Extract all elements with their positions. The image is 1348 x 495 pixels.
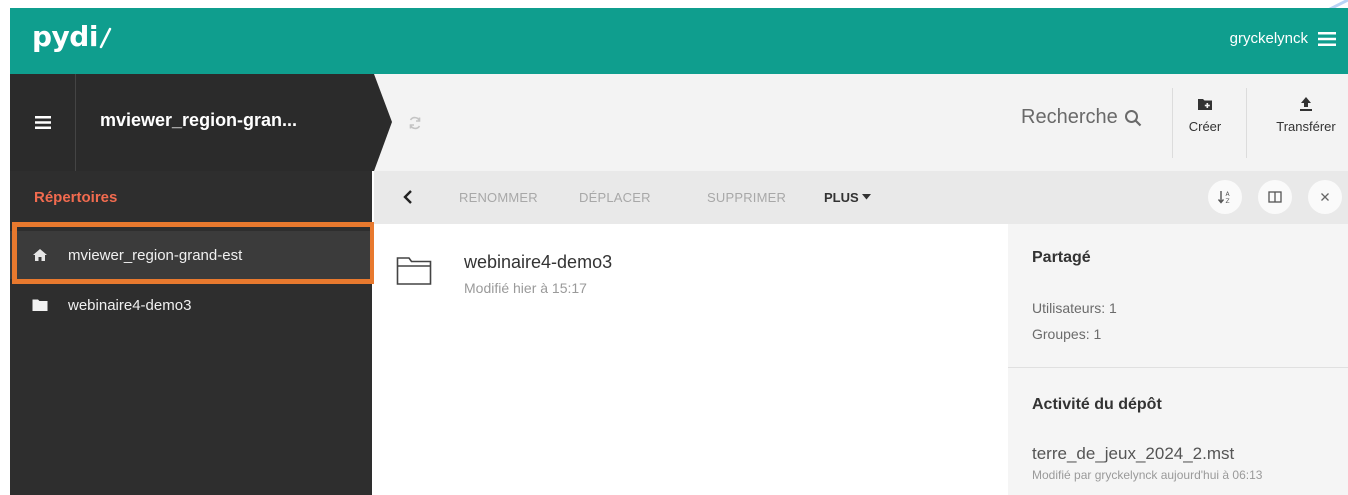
create-button[interactable]: Créer [1170, 96, 1240, 136]
more-button[interactable]: PLUS [824, 190, 872, 205]
toolbar-divider [1246, 88, 1247, 158]
search-placeholder: Recherche [1021, 106, 1118, 128]
action-toolbar: Recherche Créer Transférer [374, 74, 1348, 171]
search-icon[interactable] [1124, 109, 1142, 127]
close-selection-button[interactable] [1308, 180, 1342, 214]
activity-section-title: Activité du dépôt [1032, 396, 1162, 413]
list-item[interactable]: webinaire4-demo3 Modifié hier à 15:17 [374, 224, 1008, 304]
sort-az-icon: A Z [1217, 191, 1231, 205]
top-bar: pydi gryckelynck [10, 8, 1348, 74]
delete-button[interactable]: SUPPRIMER [707, 190, 786, 205]
workspace-header: mviewer_region-gran... [10, 74, 374, 171]
file-modified: Modifié hier à 15:17 [464, 280, 587, 296]
upload-label: Transférer [1276, 119, 1336, 134]
folder-icon [32, 299, 48, 311]
logo-text: pydi [32, 20, 98, 53]
shared-section-title: Partagé [1032, 249, 1091, 266]
chevron-left-icon[interactable] [402, 189, 414, 205]
shared-groups-count: Groupes: 1 [1032, 326, 1102, 342]
breadcrumb-arrow [374, 74, 392, 171]
hamburger-icon [34, 116, 51, 129]
workspace-menu-button[interactable] [10, 74, 76, 171]
file-list: webinaire4-demo3 Modifié hier à 15:17 [374, 224, 1008, 495]
new-folder-icon [1198, 99, 1212, 110]
activity-file-meta: Modifié par gryckelynck aujourd'hui à 06… [1032, 468, 1263, 482]
svg-text:A: A [1226, 191, 1231, 198]
create-label: Créer [1188, 119, 1222, 134]
logo-pen-icon [99, 27, 112, 49]
file-name: webinaire4-demo3 [464, 252, 613, 272]
move-button[interactable]: DÉPLACER [579, 190, 651, 205]
sidebar-item-folder[interactable]: webinaire4-demo3 [10, 281, 372, 329]
selection-toolbar: RENOMMER DÉPLACER SUPPRIMER PLUS A Z [374, 171, 1348, 224]
split-view-icon [1268, 191, 1282, 203]
hamburger-menu-icon[interactable] [1318, 31, 1336, 46]
refresh-icon[interactable] [408, 116, 422, 130]
folder-outline-icon [396, 257, 432, 285]
sidebar-item-root[interactable]: mviewer_region-grand-est [10, 231, 372, 279]
more-label: PLUS [824, 190, 859, 205]
app-logo[interactable]: pydi [32, 20, 113, 53]
info-panel: Partagé Utilisateurs: 1 Groupes: 1 Activ… [1008, 224, 1348, 495]
svg-text:Z: Z [1226, 198, 1230, 205]
upload-icon [1300, 97, 1312, 111]
info-divider [1008, 367, 1348, 368]
sidebar-heading: Répertoires [34, 189, 118, 206]
toggle-panel-button[interactable] [1258, 180, 1292, 214]
upload-button[interactable]: Transférer [1264, 96, 1348, 136]
shared-users-count: Utilisateurs: 1 [1032, 300, 1117, 316]
user-name: gryckelynck [1229, 30, 1308, 47]
user-menu[interactable]: gryckelynck [1230, 30, 1336, 47]
rename-button[interactable]: RENOMMER [459, 190, 538, 205]
home-icon [33, 249, 47, 261]
sidebar-item-label: mviewer_region-grand-est [68, 246, 243, 264]
workspace-title[interactable]: mviewer_region-gran... [100, 110, 297, 131]
search-box[interactable]: Recherche [1021, 106, 1142, 129]
sidebar: Répertoires mviewer_region-grand-est web… [10, 171, 372, 495]
sidebar-item-label: webinaire4-demo3 [68, 296, 192, 314]
sort-button[interactable]: A Z [1208, 180, 1242, 214]
activity-file-name[interactable]: terre_de_jeux_2024_2.mst [1032, 444, 1234, 464]
caret-down-icon [862, 194, 872, 200]
close-icon [1321, 193, 1329, 201]
